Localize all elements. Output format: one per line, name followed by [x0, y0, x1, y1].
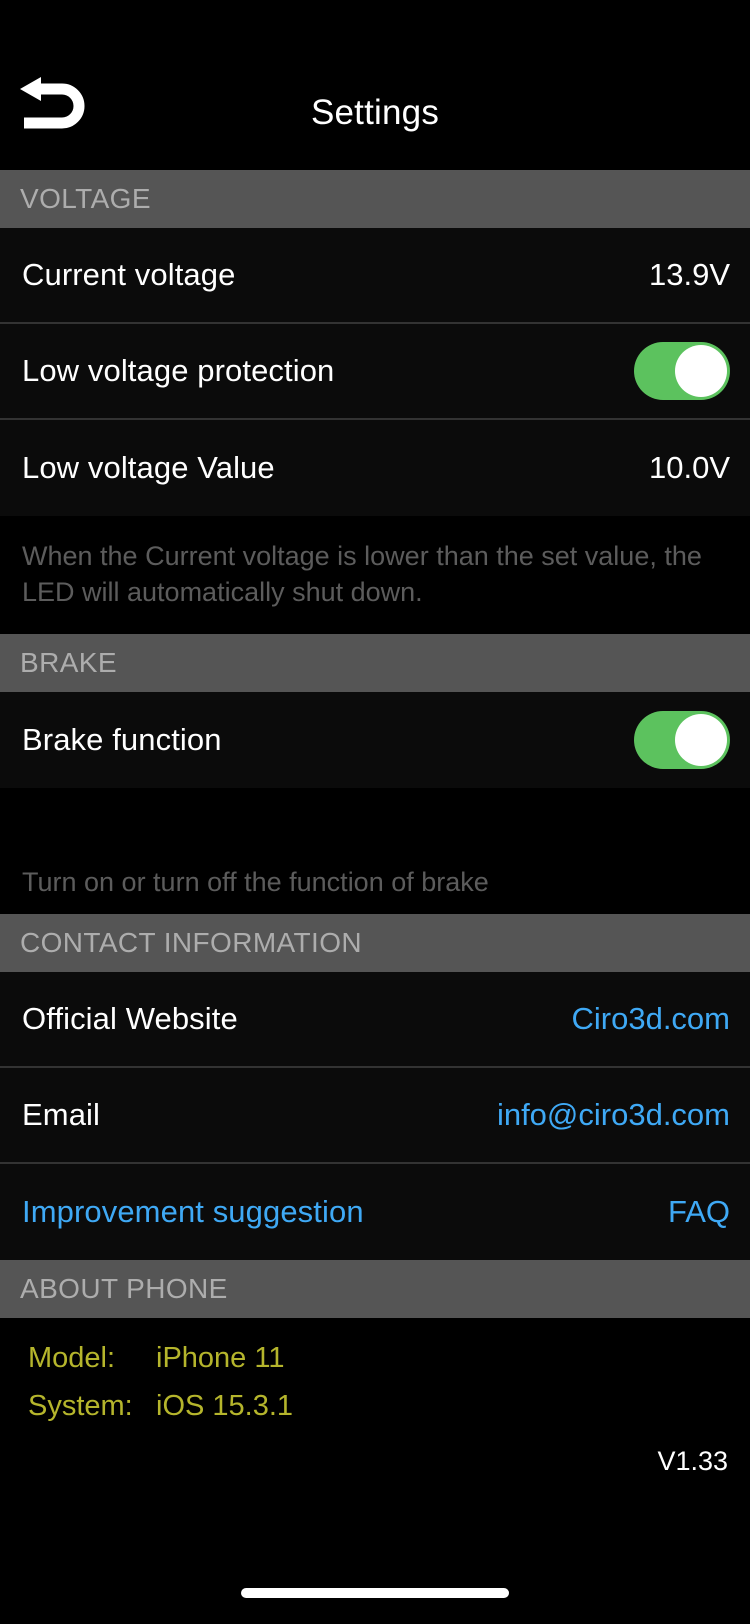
- row-email[interactable]: Email info@ciro3d.com: [0, 1068, 750, 1164]
- row-current-voltage[interactable]: Current voltage 13.9V: [0, 228, 750, 324]
- section-header-brake: BRAKE: [0, 634, 750, 692]
- brake-function-toggle[interactable]: [634, 711, 730, 769]
- brake-rows: Brake function: [0, 692, 750, 788]
- current-voltage-value: 13.9V: [649, 257, 730, 293]
- about-system-key: System:: [28, 1382, 156, 1430]
- toggle-knob: [675, 714, 727, 766]
- row-official-website[interactable]: Official Website Ciro3d.com: [0, 972, 750, 1068]
- official-website-link[interactable]: Ciro3d.com: [572, 1001, 731, 1037]
- about-system-line: System: iOS 15.3.1: [28, 1382, 750, 1430]
- row-improvement-faq: Improvement suggestion FAQ: [0, 1164, 750, 1260]
- row-low-voltage-value[interactable]: Low voltage Value 10.0V: [0, 420, 750, 516]
- about-phone-body: Model: iPhone 11 System: iOS 15.3.1: [0, 1318, 750, 1430]
- low-voltage-protection-toggle[interactable]: [634, 342, 730, 400]
- section-header-voltage: VOLTAGE: [0, 170, 750, 228]
- row-low-voltage-protection[interactable]: Low voltage protection: [0, 324, 750, 420]
- current-voltage-label: Current voltage: [22, 257, 235, 293]
- app-version: V1.33: [0, 1430, 750, 1477]
- toggle-knob: [675, 345, 727, 397]
- section-header-about-phone: ABOUT PHONE: [0, 1260, 750, 1318]
- contact-rows: Official Website Ciro3d.com Email info@c…: [0, 972, 750, 1260]
- home-indicator-area: [0, 1562, 750, 1624]
- voltage-footer-note: When the Current voltage is lower than t…: [0, 516, 750, 610]
- about-model-value: iPhone 11: [156, 1334, 284, 1382]
- low-voltage-value-label: Low voltage Value: [22, 450, 275, 486]
- row-brake-function[interactable]: Brake function: [0, 692, 750, 788]
- about-model-line: Model: iPhone 11: [28, 1334, 750, 1382]
- email-label: Email: [22, 1097, 100, 1133]
- settings-screen: Settings VOLTAGE Current voltage 13.9V L…: [0, 0, 750, 1624]
- bottom-spacer: [0, 1477, 750, 1562]
- improvement-suggestion-link[interactable]: Improvement suggestion: [22, 1194, 364, 1230]
- email-link[interactable]: info@ciro3d.com: [497, 1097, 730, 1133]
- brake-function-label: Brake function: [22, 722, 222, 758]
- faq-link[interactable]: FAQ: [668, 1194, 730, 1230]
- section-header-contact-information: CONTACT INFORMATION: [0, 914, 750, 972]
- about-model-key: Model:: [28, 1334, 156, 1382]
- page-title: Settings: [0, 93, 750, 133]
- home-indicator[interactable]: [241, 1588, 509, 1598]
- voltage-rows: Current voltage 13.9V Low voltage protec…: [0, 228, 750, 516]
- low-voltage-value-value: 10.0V: [649, 450, 730, 486]
- low-voltage-protection-label: Low voltage protection: [22, 353, 334, 389]
- navigation-bar: Settings: [0, 0, 750, 170]
- brake-footer-note: Turn on or turn off the function of brak…: [0, 788, 750, 914]
- about-system-value: iOS 15.3.1: [156, 1382, 293, 1430]
- official-website-label: Official Website: [22, 1001, 238, 1037]
